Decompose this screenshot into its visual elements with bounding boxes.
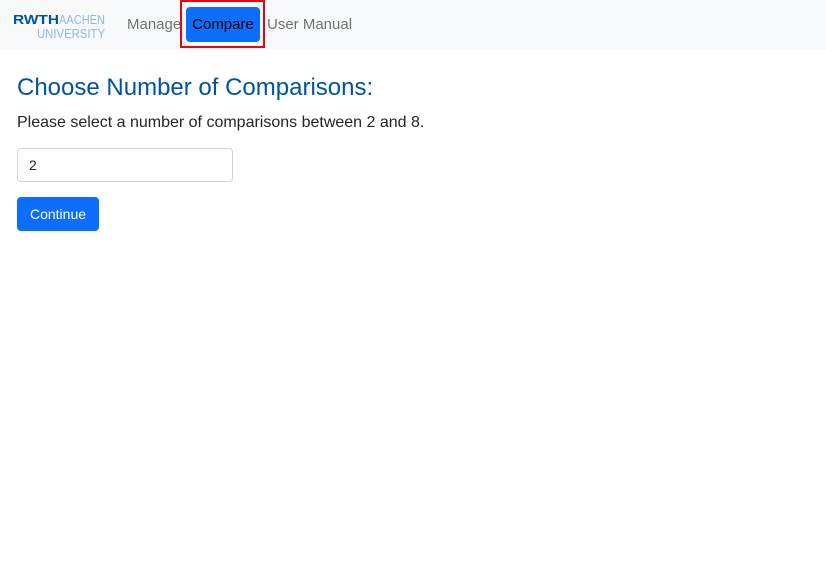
navbar: RWTH AACHEN UNIVERSITY Manage Compare Us… xyxy=(0,0,826,50)
rwth-aachen-logo[interactable]: RWTH AACHEN UNIVERSITY xyxy=(13,12,105,39)
logo-rwth-text: RWTH xyxy=(13,12,59,27)
nav-link-manage[interactable]: Manage xyxy=(127,16,181,34)
comparison-count-input[interactable] xyxy=(17,148,233,182)
logo-university-text: UNIVERSITY xyxy=(37,26,105,39)
nav-link-compare[interactable]: Compare xyxy=(186,7,260,42)
logo-aachen-text: AACHEN xyxy=(59,12,105,27)
continue-button[interactable]: Continue xyxy=(17,197,99,231)
page-title: Choose Number of Comparisons: xyxy=(17,74,374,101)
nav-link-user-manual[interactable]: User Manual xyxy=(267,16,352,34)
instruction-text: Please select a number of comparisons be… xyxy=(17,114,425,131)
